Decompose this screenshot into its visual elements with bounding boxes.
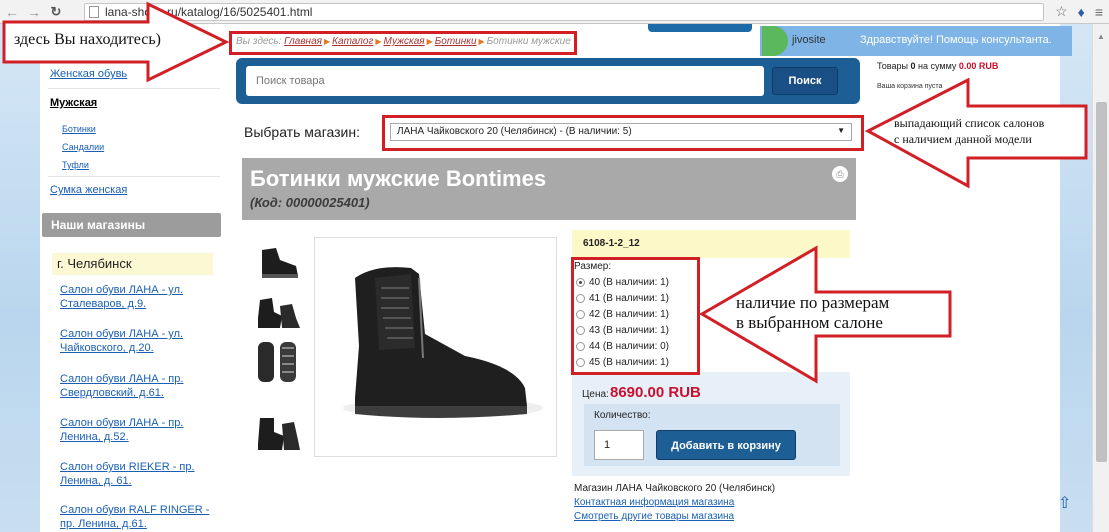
sidebar-sub-boots[interactable]: Ботинки [62,124,96,134]
annotation-dropdown-note: выпадающий список салонов [894,116,1045,130]
product-thumbnail[interactable] [252,338,304,386]
shops-header: Наши магазины [42,213,221,237]
price-value: 8690.00 RUB [610,384,701,401]
shop-link[interactable]: Салон обуви ЛАНА - ул. Сталеваров, д.9. [60,283,210,311]
annotation-sizes-highlight [571,257,700,375]
product-title: Ботинки мужские Bontimes [250,166,547,191]
store-name: Магазин ЛАНА Чайковского 20 (Челябинск) [574,483,776,494]
store-contacts-link[interactable]: Контактная информация магазина [574,497,734,508]
quantity-input[interactable]: 1 [594,430,644,460]
search-input[interactable] [246,66,764,96]
shop-link[interactable]: Салон обуви RALF RINGER - пр. Ленина, д.… [60,503,210,531]
shop-link[interactable]: Салон обуви ЛАНА - ул. Чайковского, д.20… [60,327,210,355]
consultant-text[interactable]: Здравствуйте! Помощь консультанта. [860,34,1052,46]
sidebar-sub-sandals[interactable]: Сандалии [62,142,104,152]
url-text: lana-shoes.ru/katalog/16/5025401.html [105,5,313,19]
divider [48,88,220,89]
shop-link[interactable]: Салон обуви RIEKER - пр. Ленина, д. 61. [60,460,210,488]
quantity-label: Количество: [594,410,651,421]
back-arrow-icon[interactable]: ← [2,2,22,22]
top-blue-button[interactable] [648,24,752,32]
product-thumbnail[interactable] [252,238,304,286]
menu-icon[interactable]: ≡ [1095,4,1103,20]
product-main-image[interactable] [314,237,557,457]
scroll-thumb[interactable] [1096,102,1107,462]
cart-count: 0 [910,61,916,71]
reload-icon[interactable]: ↻ [46,2,66,22]
print-icon[interactable]: ⎙ [832,166,848,182]
shop-link[interactable]: Салон обуви ЛАНА - пр. Ленина, д.52. [60,416,210,444]
annotation-dropdown-note: с наличием данной модели [894,132,1032,146]
sidebar-item-bag[interactable]: Сумка женская [50,184,127,196]
cart-sum: 0.00 RUB [958,61,999,71]
annotation-you-are-here: здесь Вы находитесь) [14,31,162,48]
store-other-products-link[interactable]: Смотреть другие товары магазина [574,511,734,522]
bookmark-star-icon[interactable]: ☆ [1055,3,1068,20]
divider [48,176,220,177]
extension-icon[interactable]: ♦ [1078,4,1085,20]
add-to-cart-button[interactable]: Добавить в корзину [656,430,796,460]
search-button[interactable]: Поиск [772,67,838,95]
sidebar-sub-shoes[interactable]: Туфли [62,160,89,170]
annotation-select-highlight [382,115,864,151]
sidebar-item-women[interactable]: Женская обувь [50,68,127,80]
price-label: Цена: [582,389,609,400]
forward-arrow-icon[interactable]: → [24,2,44,22]
page-icon [89,6,99,18]
cart-summary: Товары 0 на сумму 0.00 RUB [877,61,998,71]
right-sidebar [864,24,1060,532]
store-select-label: Выбрать магазин: [244,124,360,140]
annotation-breadcrumb-highlight [229,31,577,55]
product-thumbnail[interactable] [252,288,304,336]
annotation-sizes-note: в выбранном салоне [736,313,883,332]
city-label: г. Челябинск [52,253,213,275]
scrollbar[interactable]: ▲ [1092,24,1109,532]
article-number: 6108-1-2_12 [583,238,640,249]
annotation-sizes-note: наличие по размерам [736,293,890,312]
shop-link[interactable]: Салон обуви ЛАНА - пр. Свердловский, д.6… [60,372,210,400]
consultant-logo-text: jivosite [792,34,826,46]
cart-empty-text: Ваша корзина пуста [877,83,943,90]
scroll-up-icon[interactable]: ▲ [1097,32,1105,41]
scroll-to-top-icon[interactable]: ⇧ [1058,493,1071,513]
address-bar[interactable]: lana-shoes.ru/katalog/16/5025401.html [84,3,1044,21]
product-thumbnail[interactable] [252,410,304,458]
cart-summary-prefix: Товары [877,61,908,71]
sidebar-item-men[interactable]: Мужская [50,97,97,109]
browser-toolbar: ← → ↻ lana-shoes.ru/katalog/16/5025401.h… [0,0,1109,24]
cart-summary-mid: на сумму [918,61,957,71]
product-code: (Код: 00000025401) [250,195,370,210]
